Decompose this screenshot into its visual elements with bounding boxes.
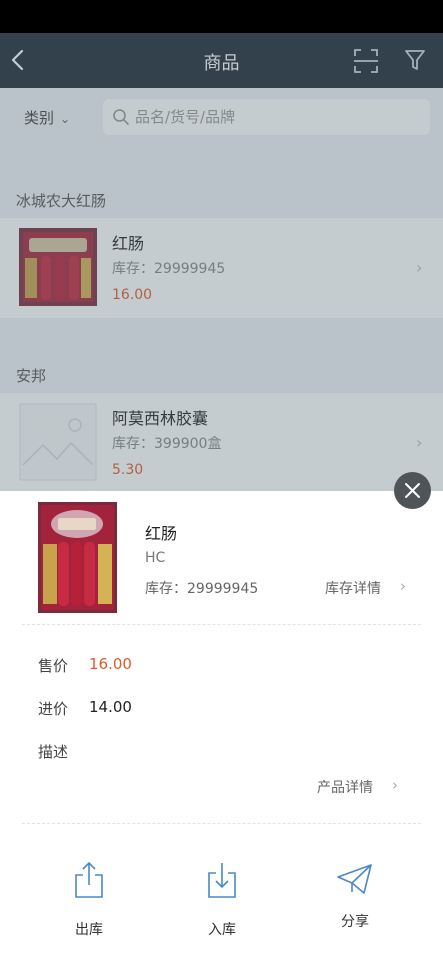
outbound-button[interactable]: 出库 [49, 861, 129, 941]
share-button[interactable]: 分享 [315, 863, 395, 943]
category-dropdown[interactable]: 类别 ⌄ [24, 107, 70, 128]
inbound-label: 入库 [208, 922, 236, 938]
chevron-down-icon: ⌄ [60, 112, 71, 126]
category-label: 类别 [24, 109, 55, 127]
detail-product-name: 红肠 [145, 524, 178, 543]
nav-bar: 商品 [0, 33, 443, 88]
search-box[interactable] [103, 99, 430, 135]
product-name: 阿莫西林胶囊 [112, 409, 209, 428]
product-name: 红肠 [112, 234, 145, 253]
stock-detail-label: 库存详情 [325, 581, 381, 597]
detail-product-code: HC [145, 550, 166, 566]
list-item[interactable]: 红肠 库存：29999945 16.00 › [0, 218, 443, 318]
paper-plane-icon [337, 864, 372, 894]
chevron-right-icon: › [400, 577, 406, 595]
inbound-button[interactable]: 入库 [182, 861, 262, 941]
product-detail-sheet: 红肠 HC 库存：29999945 库存详情 › 售价 16.00 进价 14.… [0, 491, 443, 960]
close-button[interactable] [394, 472, 431, 509]
search-input[interactable] [135, 106, 415, 128]
outbound-label: 出库 [75, 922, 103, 938]
sell-price-value: 16.00 [89, 655, 132, 673]
product-list: 冰城农大红肠 红肠 库存：29999945 16.00 › 安邦 阿莫西林胶囊 … [0, 146, 443, 493]
sell-price-label: 售价 [38, 657, 69, 675]
download-icon [208, 863, 236, 898]
product-stock: 库存：29999945 [112, 261, 226, 277]
product-price: 5.30 [112, 462, 144, 478]
product-detail-link[interactable]: 产品详情 [317, 777, 373, 797]
product-thumbnail [19, 228, 97, 306]
group-header: 冰城农大红肠 [16, 192, 107, 210]
chevron-right-icon: › [416, 433, 423, 452]
group-header: 安邦 [16, 367, 47, 385]
search-row: 类别 ⌄ [0, 88, 443, 146]
chevron-right-icon: › [416, 258, 423, 277]
buy-price-value: 14.00 [89, 698, 132, 716]
product-stock: 库存：399900盒 [112, 436, 222, 452]
stock-detail-link[interactable]: 库存详情 [325, 578, 381, 598]
chevron-right-icon: › [392, 776, 398, 794]
share-label: 分享 [341, 914, 369, 930]
divider [22, 624, 421, 625]
search-icon [113, 109, 129, 125]
image-placeholder-icon [19, 403, 97, 481]
product-price: 16.00 [112, 287, 153, 303]
status-bar [0, 0, 443, 33]
product-image [38, 502, 117, 613]
upload-icon [75, 861, 103, 898]
scan-icon[interactable] [353, 48, 379, 74]
detail-product-stock: 库存：29999945 [145, 581, 259, 597]
close-icon [405, 483, 420, 498]
list-item[interactable]: 阿莫西林胶囊 库存：399900盒 5.30 › [0, 393, 443, 493]
divider [22, 823, 421, 824]
filter-icon[interactable] [403, 47, 427, 73]
buy-price-label: 进价 [38, 700, 69, 718]
description-label: 描述 [38, 743, 69, 761]
product-detail-label: 产品详情 [317, 780, 373, 796]
